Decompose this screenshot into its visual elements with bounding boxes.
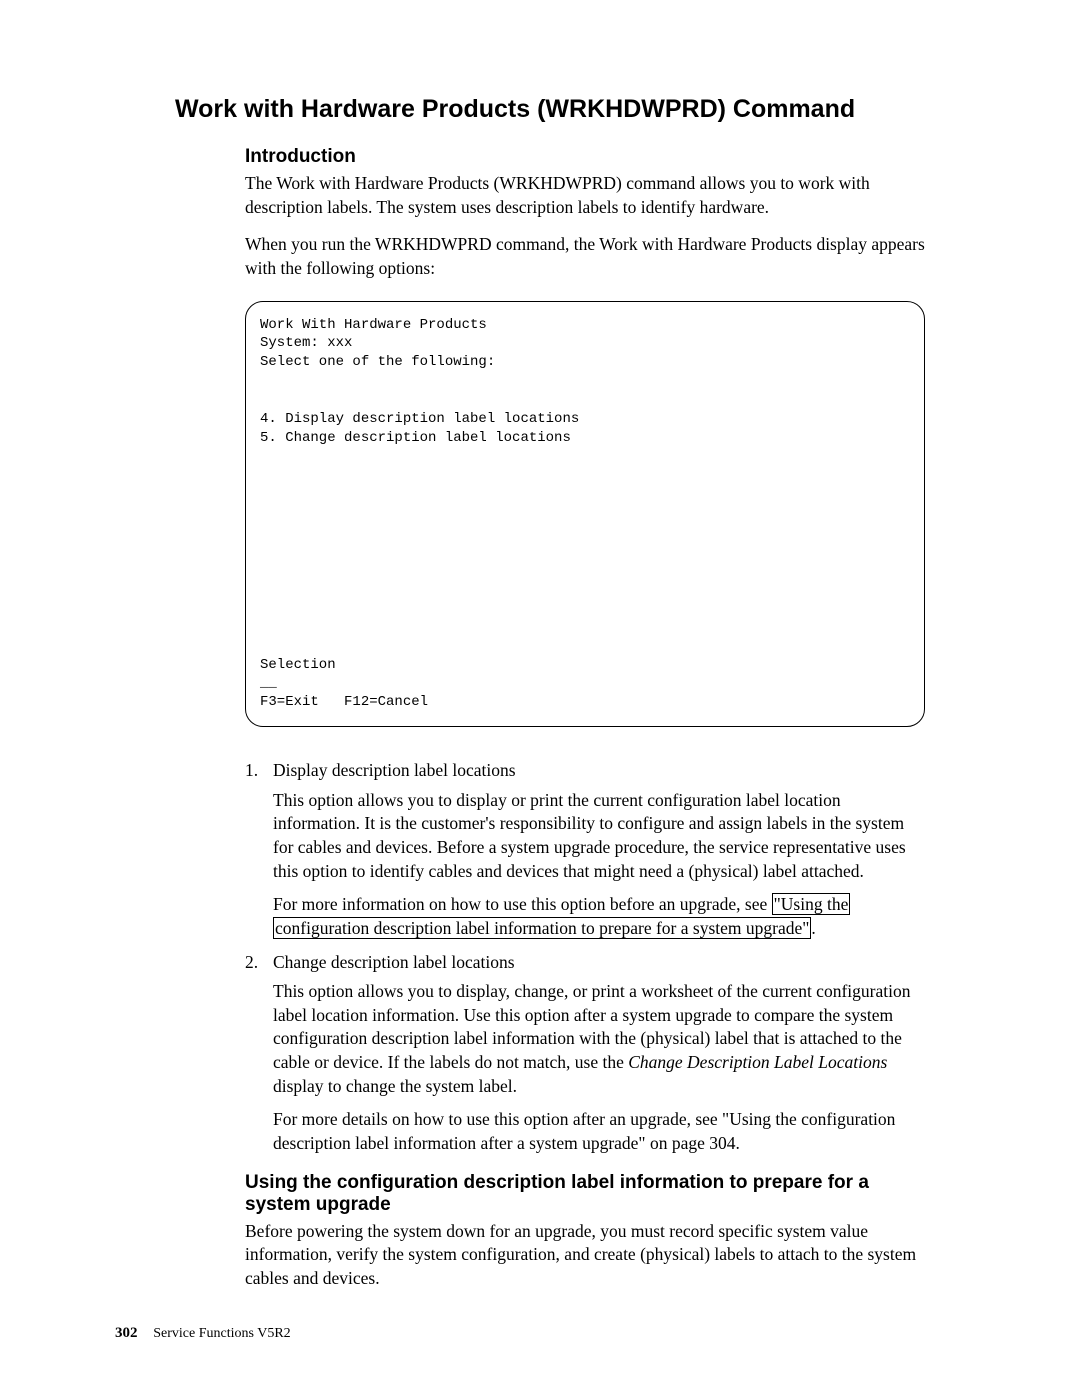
list-item: Display description label locations This… (245, 759, 925, 940)
page-footer: 302 Service Functions V5R2 (115, 1325, 291, 1342)
page-number: 302 (115, 1325, 138, 1341)
page: Work with Hardware Products (WRKHDWPRD) … (0, 0, 1080, 1397)
option-1-crossref: For more information on how to use this … (273, 893, 925, 940)
option-2-desc-italic: Change Description Label Locations (628, 1052, 887, 1072)
option-2-crossref: For more details on how to use this opti… (273, 1108, 925, 1155)
intro-paragraph-1: The Work with Hardware Products (WRKHDWP… (245, 172, 925, 219)
option-2-desc-post: display to change the system label. (273, 1076, 517, 1096)
footer-label: Service Functions V5R2 (153, 1326, 290, 1341)
section-heading: Using the configuration description labe… (245, 1172, 925, 1216)
body-column: Introduction The Work with Hardware Prod… (245, 146, 925, 1290)
terminal-screen: Work With Hardware Products System: xxx … (245, 301, 925, 728)
option-2-title: Change description label locations (273, 951, 925, 975)
option-1-description: This option allows you to display or pri… (273, 789, 925, 884)
intro-heading: Introduction (245, 146, 925, 168)
list-item: Change description label locations This … (245, 951, 925, 1156)
page-title: Work with Hardware Products (WRKHDWPRD) … (175, 95, 925, 124)
crossref-posttext: . (811, 918, 815, 938)
section-paragraph: Before powering the system down for an u… (245, 1220, 925, 1291)
intro-paragraph-2: When you run the WRKHDWPRD command, the … (245, 233, 925, 280)
crossref-pretext: For more information on how to use this … (273, 894, 772, 914)
option-list: Display description label locations This… (245, 759, 925, 1155)
option-2-description: This option allows you to display, chang… (273, 980, 925, 1098)
option-1-title: Display description label locations (273, 759, 925, 783)
